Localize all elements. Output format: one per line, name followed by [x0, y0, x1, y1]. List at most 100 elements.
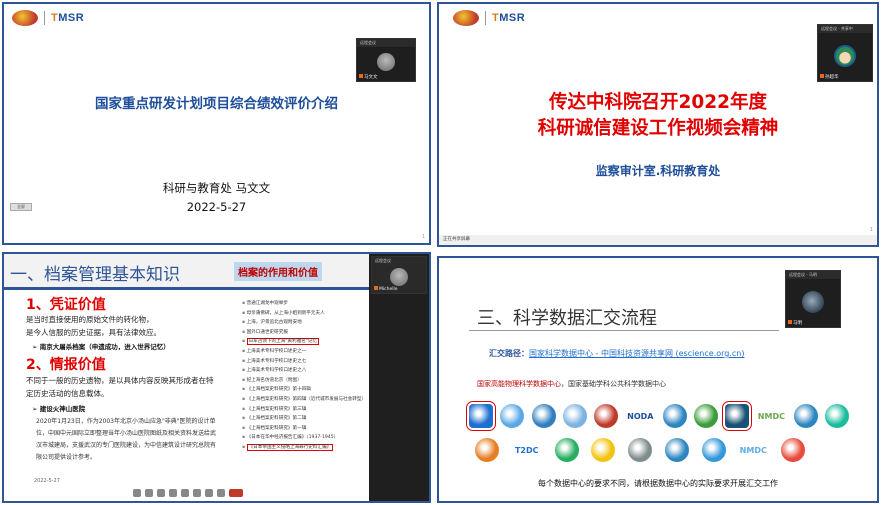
data-center-icon [500, 404, 525, 428]
section-2-bullet: ➢ 建设火神山医院 [32, 405, 86, 413]
list-item: 上海，沪景追北古观附安地 [242, 319, 366, 329]
end-meeting-button[interactable] [228, 489, 243, 497]
institute-logo: TMSR [453, 10, 525, 26]
slide-date: 2022-5-27 [34, 478, 60, 484]
data-center-logo[interactable] [824, 404, 849, 432]
tmsr-logo: TMSR [492, 12, 526, 24]
submission-note: 每个数据中心的要求不同，请根据数据中心的实际要求开展汇交工作 [538, 479, 778, 488]
data-center-logo[interactable] [594, 404, 619, 432]
data-centers: 国家高能物理科学数据中心，国家基础学科公共科学数据中心 [477, 380, 666, 388]
slide-subtitle: 监察审计室.科研教育处 [595, 164, 721, 178]
data-center-icon [664, 438, 689, 462]
mic-icon [820, 74, 824, 78]
slide-header: 一、档案管理基本知识 档案的作用和价值 [4, 254, 371, 290]
participant-name: Michelle [374, 286, 398, 292]
list-item: 《上海档案史料研究》第三辑 [242, 406, 366, 416]
slide-title: 国家重点研发计划项目综合绩效评价介绍 [95, 96, 338, 112]
video-icon[interactable] [144, 489, 153, 497]
data-center-logo[interactable] [562, 404, 587, 432]
data-center-logo[interactable] [554, 438, 579, 466]
shared-screen-panel-1[interactable]: TMSR 远程会议 马文文 国家重点研发计划项目综合绩效评价介绍 科研与教育处 … [2, 2, 431, 245]
data-center-icon [475, 438, 499, 462]
section-1-line: 是当时直接使用的原始文件的转化物， [26, 315, 154, 324]
share-screen-icon[interactable] [156, 489, 165, 497]
data-center-icon [722, 401, 753, 431]
mute-icon[interactable] [132, 489, 141, 497]
escience-link[interactable]: 国家科学数据中心 - 中国科技资源共享网 (escience.org.cn) [529, 349, 744, 358]
data-center-logo[interactable] [466, 401, 496, 432]
data-center-logo[interactable]: NMDC [756, 404, 786, 432]
section-2-detail: 限公司提供设计参考。 [36, 454, 97, 461]
data-center-logo[interactable] [475, 438, 499, 466]
data-center-logos-row-2: T2DC NMDC [475, 438, 805, 466]
data-center-logo[interactable]: T2DC [512, 438, 542, 466]
data-center-logo[interactable] [591, 438, 616, 466]
meeting-toolbar[interactable] [4, 485, 371, 501]
list-item: 《上海档案史料研究》第四辑（近代城市发展与社会转型） [242, 396, 366, 406]
data-center-logos-row-1: NODA NMDC [466, 401, 849, 432]
data-center-logo[interactable] [793, 404, 818, 432]
data-center-logo[interactable]: NODA [625, 404, 655, 432]
tmsr-logo: TMSR [51, 12, 85, 24]
fullscreen-button[interactable]: 全屏 [10, 203, 32, 211]
data-center-icon: T2DC [514, 446, 539, 455]
list-item: 纪上海名仿道北京（附图） [242, 377, 366, 387]
shared-screen-panel-2[interactable]: TMSR 远程会议 · 共享中 孙超华 传达中科院召开2022年度 科研诚信建设… [437, 2, 879, 247]
data-center-icon [662, 404, 687, 428]
page-number: 1 [869, 227, 873, 233]
data-center-logo[interactable] [664, 438, 689, 466]
section-2-detail: 位，中国中元国际立即整理当年小汤山医院图纸及相关资料发送给武 [36, 430, 217, 437]
list-item: 普通江湖龙中观举步 [242, 300, 366, 310]
emblem-icon [12, 10, 38, 26]
data-center-logo[interactable] [531, 404, 556, 432]
presentation-date: 2022-5-27 [186, 200, 247, 214]
shared-screen-panel-4[interactable]: 三、科学数据汇交流程 远程会议 · 马明 马明 汇交路径：国家科学数据中心 - … [437, 256, 879, 503]
slide-title: 三、科学数据汇交流程 [477, 308, 657, 329]
slide-title-line-2: 科研诚信建设工作视频会精神 [537, 118, 779, 139]
data-center-logo[interactable] [628, 438, 652, 466]
participant-sidebar[interactable]: 远程会议 Michelle [369, 254, 429, 501]
avatar [377, 53, 395, 72]
shared-screen-panel-3[interactable]: 一、档案管理基本知识 档案的作用和价值 远程会议 Michelle 1、凭证价值… [2, 252, 431, 503]
slide-title-line-1: 传达中科院召开2022年度 [549, 92, 767, 113]
data-center-logo[interactable] [701, 438, 726, 466]
data-center-icon [591, 438, 616, 462]
page-number: 1 [421, 234, 425, 240]
section-2-title: 2、情报价值 [26, 357, 106, 373]
list-item: 母亲蒲佛碑，从上海小姐到新平元夫人 [242, 310, 366, 320]
participant-name: 马文文 [359, 74, 378, 80]
reactions-icon[interactable] [204, 489, 213, 497]
presenter: 科研与教育处 马文文 [162, 181, 271, 195]
participant-video-tile[interactable]: 远程会议 · 共享中 孙超华 [817, 24, 873, 82]
submission-route: 汇交路径：国家科学数据中心 - 中国科技资源共享网 (escience.org.… [489, 349, 745, 358]
section-2-detail: 汉市城建局，支援武汉的专门医院建设，为中信建筑设计研究总院有 [36, 442, 217, 449]
title-divider [469, 330, 779, 331]
participant-video-tile[interactable]: 远程会议 · 马明 马明 [785, 270, 841, 328]
data-center-logo[interactable] [500, 404, 525, 432]
mic-icon [359, 74, 363, 78]
participant-name: 马明 [788, 320, 802, 326]
data-center-logo[interactable] [662, 404, 687, 432]
data-center-logo[interactable] [781, 438, 805, 466]
avatar [834, 44, 856, 67]
participant-name: 孙超华 [820, 74, 839, 80]
participant-video-tile[interactable]: 远程会议 马文文 [356, 38, 416, 82]
video-tile-header: 远程会议 [372, 257, 426, 265]
participant-video-tile[interactable]: 远程会议 Michelle [371, 256, 427, 294]
list-item: 上海美术专科学校口述史之一 [242, 348, 366, 358]
chat-icon[interactable] [180, 489, 189, 497]
data-center-logo[interactable] [693, 404, 718, 432]
emblem-icon [453, 10, 479, 26]
data-center-logo[interactable]: NMDC [738, 438, 768, 466]
section-2-line: 不同于一般的历史遗物，是以具体内容反映其形成者在特 [26, 376, 214, 385]
data-center-logo[interactable] [722, 401, 753, 432]
sharing-status-bar: 正在共享屏幕 [439, 235, 877, 245]
section-1-bullet: ➢ 南京大屠杀档案（申遗成功，进入世界记忆） [32, 343, 170, 351]
apps-icon[interactable] [216, 489, 225, 497]
data-center-icon: NMDC [757, 412, 785, 421]
participants-icon[interactable] [168, 489, 177, 497]
section-2-detail: 2020年1月23日，作为2003年北京小汤山应急"非典"医院的设计单 [36, 418, 216, 425]
list-item: 《日本帝国主义侵略上海罪行史料汇编》 [242, 443, 366, 454]
record-icon[interactable] [192, 489, 201, 497]
data-center-icon [701, 438, 726, 462]
